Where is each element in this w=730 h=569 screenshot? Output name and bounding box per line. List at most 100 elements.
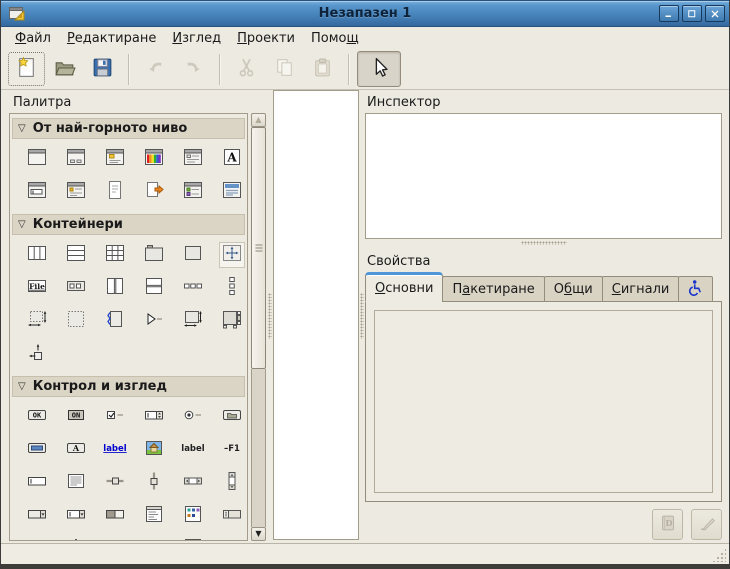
palette-item-input-dialog[interactable] — [24, 179, 50, 205]
palette-section-header-2[interactable]: ▽Контрол и изглед — [12, 376, 245, 397]
menu-item-help[interactable]: Помощ — [303, 29, 367, 48]
palette-item-image[interactable] — [141, 437, 167, 463]
palette-item-about-dialog[interactable] — [102, 179, 128, 205]
palette-item-combo-box[interactable] — [24, 503, 50, 529]
palette-item-icon-view[interactable] — [180, 503, 206, 529]
palette-item-window[interactable] — [24, 146, 50, 172]
palette-item-file-selection-dialog[interactable] — [180, 146, 206, 172]
palette-item-text-view[interactable] — [63, 470, 89, 496]
palette-item-hseparator[interactable] — [24, 536, 50, 541]
menu-item-view[interactable]: Изглед — [164, 29, 229, 48]
palette-item-scrolled-window[interactable] — [180, 308, 206, 334]
palette-item-handlebox[interactable] — [102, 308, 128, 334]
menu-item-file[interactable]: Файл — [7, 29, 59, 48]
palette-item-message-dialog[interactable] — [102, 146, 128, 172]
scroll-up-button[interactable]: ▲ — [251, 113, 266, 127]
palette-item-accel-label[interactable]: –F1 — [219, 437, 245, 463]
palette-item-hscrollbar[interactable] — [180, 470, 206, 496]
tab-common[interactable]: Общи — [544, 276, 603, 302]
palette-item-combo-box-entry[interactable] — [63, 503, 89, 529]
palette-item-font-selection-dialog[interactable]: A — [219, 146, 245, 172]
tab-accessibility[interactable] — [678, 276, 713, 302]
palette-item-hbuttonbox[interactable] — [180, 275, 206, 301]
palette-item-vseparator[interactable] — [63, 536, 89, 541]
palette-item-vbox[interactable] — [63, 242, 89, 268]
palette-item-file-chooser-dialog[interactable] — [141, 179, 167, 205]
paned-handle-left[interactable] — [267, 90, 273, 543]
palette-item-progress-bar[interactable] — [102, 503, 128, 529]
palette-item-viewport[interactable] — [219, 308, 245, 334]
copy-button[interactable] — [266, 52, 303, 86]
palette-item-ruler[interactable] — [219, 536, 245, 541]
titlebar[interactable]: Незапазен 1 — [1, 1, 729, 27]
palette-item-entry[interactable] — [24, 470, 50, 496]
redo-button[interactable] — [175, 52, 212, 86]
palette-item-font-button[interactable]: A — [63, 437, 89, 463]
palette-item-layout[interactable] — [63, 308, 89, 334]
palette-scrollbar[interactable]: ▲ ▼ — [251, 113, 266, 541]
menu-item-projects[interactable]: Проекти — [229, 29, 303, 48]
resize-grip[interactable] — [712, 548, 726, 562]
palette-item-link-button[interactable]: label — [102, 437, 128, 463]
palette-item-calendar[interactable] — [180, 536, 206, 541]
palette-item-statusbar[interactable] — [102, 536, 128, 541]
new-button[interactable] — [8, 52, 45, 86]
palette-item-vscrollbar[interactable] — [219, 470, 245, 496]
svg-text:File: File — [29, 282, 45, 291]
palette-item-cell-view[interactable] — [219, 503, 245, 529]
palette-item-fixed[interactable] — [219, 242, 245, 268]
palette-item-drawing-area[interactable] — [141, 536, 167, 541]
palette-item-tree-view[interactable] — [141, 503, 167, 529]
paned-handle-horizontal[interactable] — [365, 239, 722, 247]
palette-item-vscale[interactable] — [141, 470, 167, 496]
scrollbar-trough[interactable] — [251, 369, 266, 527]
palette-section-header-1[interactable]: ▽Контейнери — [12, 214, 245, 235]
cut-button[interactable] — [228, 52, 265, 86]
palette-item-vbuttonbox[interactable] — [219, 275, 245, 301]
palette-item-alignment[interactable] — [24, 341, 50, 367]
palette-item-check-button[interactable] — [102, 404, 128, 430]
undo-button[interactable] — [137, 52, 174, 86]
menu-item-edit[interactable]: Редактиране — [59, 29, 164, 48]
palette-item-recent-chooser-dialog[interactable] — [180, 179, 206, 205]
palette-item-menubar[interactable]: File — [24, 275, 50, 301]
close-button[interactable] — [705, 5, 725, 22]
palette-item-frame[interactable] — [180, 242, 206, 268]
palette-item-label[interactable]: label — [180, 437, 206, 463]
palette-item-table[interactable] — [102, 242, 128, 268]
open-button[interactable] — [46, 52, 83, 86]
palette-item-file-chooser-button[interactable] — [219, 404, 245, 430]
save-button[interactable] — [84, 52, 121, 86]
tab-signals[interactable]: Сигнали — [602, 276, 680, 302]
palette-item-assistant-window[interactable] — [219, 179, 245, 205]
scroll-down-button[interactable]: ▼ — [251, 527, 266, 541]
maximize-button[interactable] — [682, 5, 702, 22]
palette-item-toggle-button[interactable]: ON — [63, 404, 89, 430]
palette-section-header-0[interactable]: ▽От най-горното ниво — [12, 118, 245, 139]
edit-custom-button[interactable] — [691, 509, 722, 540]
palette-item-color-selection-dialog[interactable] — [141, 146, 167, 172]
palette-item-layout-resizable[interactable] — [24, 308, 50, 334]
tab-general[interactable]: Основни — [365, 272, 443, 302]
palette-item-hbox[interactable] — [24, 242, 50, 268]
palette-item-radio-button[interactable] — [180, 404, 206, 430]
palette-item-hpaned[interactable] — [102, 275, 128, 301]
minimize-button[interactable] — [659, 5, 679, 22]
inspector-tree[interactable] — [365, 113, 722, 239]
palette-item-vpaned[interactable] — [141, 275, 167, 301]
paste-button[interactable] — [304, 52, 341, 86]
palette-item-hscale[interactable] — [102, 470, 128, 496]
palette-item-notebook[interactable] — [141, 242, 167, 268]
selector-button[interactable] — [357, 51, 401, 87]
palette-item-color-button[interactable] — [24, 437, 50, 463]
devhelp-button[interactable]: D — [652, 509, 683, 540]
design-canvas[interactable] — [273, 90, 359, 540]
palette-item-expander[interactable] — [141, 308, 167, 334]
tab-packing[interactable]: Пакетиране — [442, 276, 544, 302]
palette-item-dialog[interactable] — [63, 146, 89, 172]
palette-item-button[interactable]: OK — [24, 404, 50, 430]
palette-item-toolbar[interactable] — [63, 275, 89, 301]
scrollbar-thumb[interactable] — [251, 127, 266, 369]
palette-item-spin-button[interactable] — [141, 404, 167, 430]
palette-item-assistant[interactable] — [63, 179, 89, 205]
